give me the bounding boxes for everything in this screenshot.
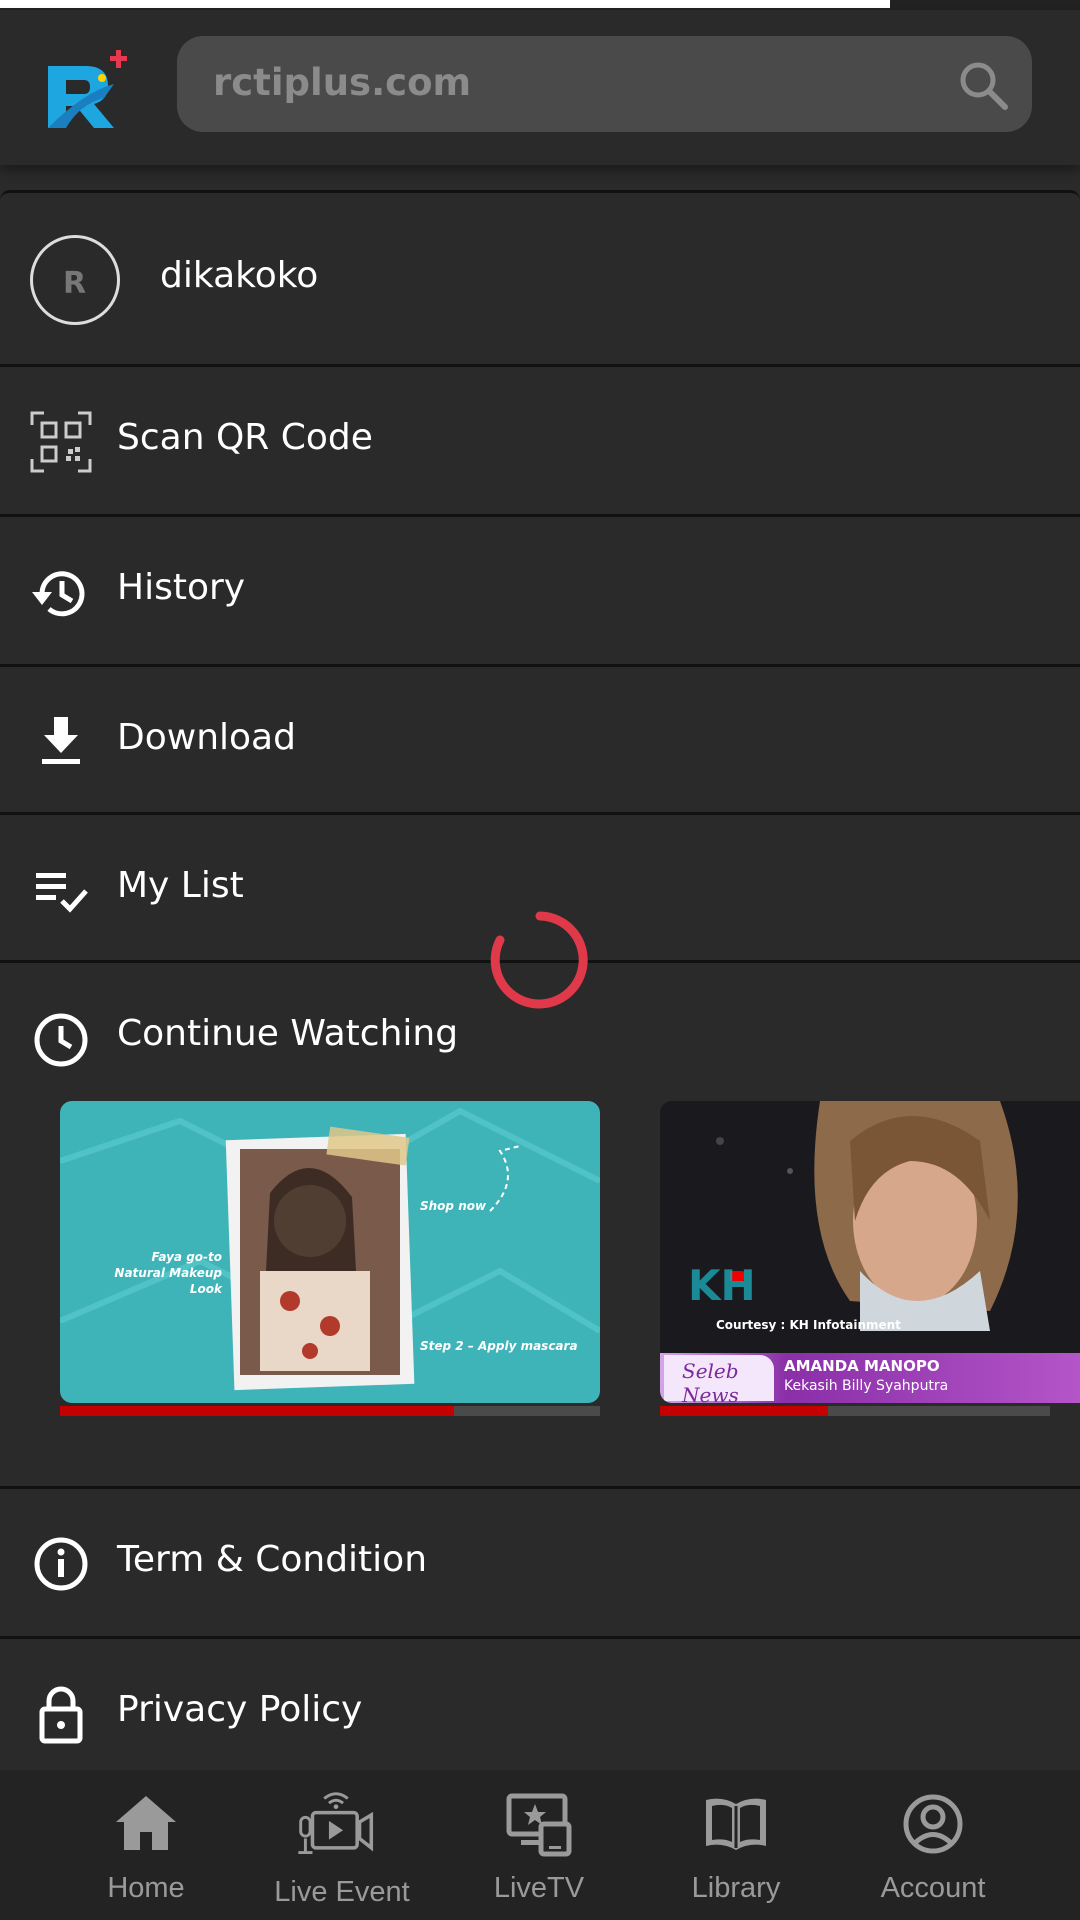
info-icon (34, 1537, 88, 1591)
menu-label-privacy: Privacy Policy (117, 1689, 363, 1730)
profile-row[interactable]: R dikakoko (0, 190, 1080, 367)
menu-item-privacy[interactable]: Privacy Policy (0, 1639, 1080, 1789)
thumb-name: AMANDA MANOPO (784, 1357, 940, 1375)
thumb-caption: Kekasih Billy Syahputra (784, 1378, 949, 1394)
nav-library[interactable]: Library (638, 1770, 834, 1920)
app-header: rctiplus.com (0, 10, 1080, 165)
nav-label-live-event: Live Event (274, 1876, 410, 1908)
menu-item-scan-qr[interactable]: Scan QR Code (0, 367, 1080, 517)
menu-label-scan-qr: Scan QR Code (117, 417, 373, 458)
nav-account[interactable]: Account (835, 1770, 1031, 1920)
menu-item-download[interactable]: Download (0, 667, 1080, 815)
live-event-icon (298, 1792, 374, 1855)
thumb-tag-step: Step 2 – Apply mascara (420, 1339, 578, 1353)
nav-label-library: Library (691, 1872, 781, 1904)
qr-code-icon (30, 411, 92, 473)
rctiplus-logo[interactable] (44, 44, 134, 134)
menu-label-my-list: My List (117, 865, 244, 906)
watch-progress-bar (660, 1406, 1050, 1416)
video-thumbnail-seleb-news[interactable]: KH Courtesy : KH Infotainment Seleb News… (660, 1101, 1080, 1403)
continue-watching-carousel[interactable]: Faya go-to Natural Makeup Look Shop now … (60, 1101, 1080, 1416)
playlist-check-icon (36, 873, 88, 913)
loading-spinner (490, 911, 588, 1009)
menu-label-download: Download (117, 717, 296, 758)
username: dikakoko (160, 255, 319, 296)
lock-icon (39, 1686, 83, 1744)
menu-item-terms[interactable]: Term & Condition (0, 1489, 1080, 1639)
nav-live-event[interactable]: Live Event (244, 1770, 440, 1920)
watch-progress-bar (60, 1406, 600, 1416)
video-thumbnail-makeup[interactable]: Faya go-to Natural Makeup Look Shop now … (60, 1101, 600, 1403)
download-icon (42, 717, 80, 764)
page-load-progress (0, 0, 1080, 10)
search-text: rctiplus.com (213, 61, 472, 104)
thumb-tag-shop: Shop now (420, 1199, 487, 1213)
nav-home[interactable]: Home (48, 1770, 244, 1920)
home-icon (116, 1796, 176, 1850)
avatar: R (30, 235, 120, 325)
seleb-news-logo: Seleb News (664, 1355, 774, 1403)
thumb-title-line1: Faya go-to (151, 1250, 222, 1264)
thumb-title-line2: Natural Makeup Look (114, 1266, 222, 1296)
search-icon[interactable] (956, 58, 1010, 112)
nav-label-account: Account (880, 1872, 986, 1904)
search-bar[interactable]: rctiplus.com (177, 36, 1032, 132)
nav-label-home: Home (107, 1872, 185, 1904)
menu-item-history[interactable]: History (0, 517, 1080, 667)
nav-label-live-tv: LiveTV (493, 1872, 585, 1904)
menu-label-history: History (117, 567, 246, 608)
menu-label-terms: Term & Condition (117, 1539, 428, 1580)
history-icon (32, 571, 85, 617)
library-icon (706, 1798, 766, 1850)
bottom-navigation: Home Live Event LiveTV Library Account (0, 1770, 1080, 1920)
clock-icon (34, 1013, 88, 1067)
nav-live-tv[interactable]: LiveTV (441, 1770, 637, 1920)
live-tv-icon (506, 1793, 572, 1857)
account-icon (903, 1794, 963, 1854)
thumb-courtesy: Courtesy : KH Infotainment (716, 1318, 901, 1332)
menu-label-continue-watching: Continue Watching (117, 1013, 459, 1054)
